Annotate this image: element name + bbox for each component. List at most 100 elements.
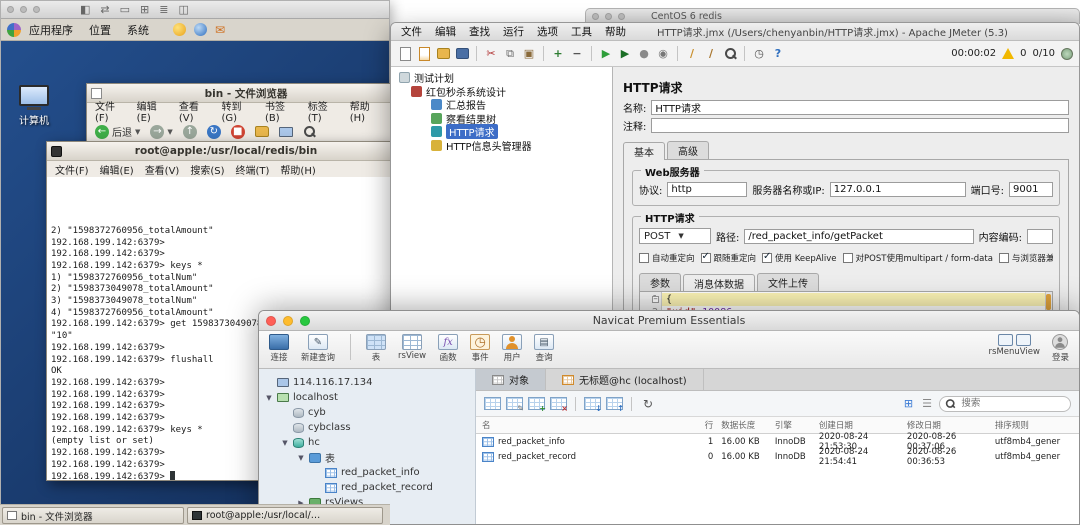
- search-button[interactable]: [300, 124, 319, 139]
- template-icon[interactable]: [416, 46, 432, 62]
- sidebar-item-connection-114[interactable]: 114.116.17.134: [259, 375, 475, 390]
- open-table-icon[interactable]: [484, 397, 501, 410]
- menu-item[interactable]: 文件: [401, 24, 422, 39]
- chevron-down-icon[interactable]: ▼: [135, 128, 140, 136]
- refresh-icon[interactable]: ↻: [640, 398, 656, 410]
- tab-basic[interactable]: 基本: [623, 142, 665, 160]
- vm-window-titlebar[interactable]: ◧ ⇄ ▭ ⊞ ≣ ◫: [1, 1, 389, 19]
- menu-item[interactable]: 帮助(H): [280, 162, 315, 177]
- stop-icon[interactable]: ●: [636, 46, 652, 62]
- help-icon[interactable]: ?: [770, 46, 786, 62]
- vm-display-icon[interactable]: ▭: [120, 4, 130, 15]
- menu-view-buttons[interactable]: rsMenuView: [989, 334, 1040, 357]
- clock-icon[interactable]: ◷: [751, 46, 767, 62]
- multipart-checkbox[interactable]: 对POST使用multipart / form-data: [843, 252, 993, 264]
- functions-button[interactable]: fx 函数: [438, 334, 458, 363]
- menu-item[interactable]: 文件(F): [55, 162, 89, 177]
- chevron-down-icon[interactable]: ▼: [265, 394, 273, 402]
- minimize-icon[interactable]: [605, 13, 612, 20]
- chevron-down-icon[interactable]: ▼: [281, 439, 289, 447]
- menu-item[interactable]: 终端(T): [236, 162, 270, 177]
- gnome-menu-item[interactable]: 系统: [127, 22, 149, 38]
- copy-icon[interactable]: ⧉: [502, 46, 518, 62]
- menu-item[interactable]: 选项: [537, 24, 558, 39]
- keepalive-checkbox[interactable]: 使用 KeepAlive: [762, 252, 837, 264]
- tree-item-http-request[interactable]: HTTP请求: [391, 125, 612, 139]
- tab-file-upload[interactable]: 文件上传: [757, 273, 819, 291]
- tab-objects[interactable]: 对象: [476, 369, 546, 390]
- menu-item[interactable]: 查看(V): [179, 98, 211, 124]
- server-field[interactable]: [830, 182, 966, 197]
- follow-redirects-checkbox[interactable]: 跟随重定向: [701, 252, 757, 264]
- vm-snapshot-icon[interactable]: ⊞: [140, 4, 149, 15]
- distro-logo-icon[interactable]: [7, 23, 21, 37]
- start-no-pauses-icon[interactable]: ▶: [617, 46, 633, 62]
- remove-icon[interactable]: −: [569, 46, 585, 62]
- export-wizard-icon[interactable]: [606, 397, 623, 410]
- scrollbar-thumb[interactable]: [1046, 294, 1051, 310]
- comment-field[interactable]: [651, 118, 1069, 133]
- vm-swap-icon[interactable]: ⇄: [100, 4, 109, 15]
- sidebar-item-db-cybclass[interactable]: cybclass: [259, 420, 475, 435]
- sidebar-item-db-cyb[interactable]: cyb: [259, 405, 475, 420]
- search-box[interactable]: [939, 396, 1071, 412]
- events-button[interactable]: ◷ 事件: [470, 334, 490, 363]
- tree-item-header-manager[interactable]: HTTP信息头管理器: [391, 139, 612, 153]
- new-query-button[interactable]: ✎ 新建查询: [301, 334, 335, 363]
- menu-item[interactable]: 书签(B): [265, 98, 297, 124]
- up-button[interactable]: ↑: [180, 124, 200, 140]
- back-button[interactable]: ← 后退 ▼: [92, 123, 143, 140]
- terminal-titlebar[interactable]: root@apple:/usr/local/redis/bin: [47, 142, 390, 161]
- home-button[interactable]: [252, 125, 272, 138]
- menu-item[interactable]: 帮助: [605, 24, 626, 39]
- mail-icon[interactable]: ✉: [215, 24, 225, 36]
- chevron-down-icon[interactable]: ▼: [297, 454, 305, 462]
- menu-item[interactable]: 查看(V): [145, 162, 180, 177]
- vm-devices-icon[interactable]: ◫: [178, 4, 188, 15]
- name-field[interactable]: [651, 100, 1069, 115]
- login-button[interactable]: 登录: [1052, 334, 1069, 363]
- gnome-menu-item[interactable]: 应用程序: [29, 22, 73, 38]
- tree-item-summary-report[interactable]: 汇总报告: [391, 98, 612, 112]
- paste-icon[interactable]: ▣: [521, 46, 537, 62]
- sidebar-item-table-red-packet-record[interactable]: red_packet_record: [259, 480, 475, 495]
- taskbar-item-terminal[interactable]: root@apple:/usr/local/…: [187, 507, 383, 524]
- sidebar-item-table-red-packet-info[interactable]: red_packet_info: [259, 465, 475, 480]
- menu-item[interactable]: 搜索(S): [190, 162, 224, 177]
- sidebar-item-db-hc[interactable]: ▼ hc: [259, 435, 475, 450]
- menu-item[interactable]: 帮助(H): [350, 98, 382, 124]
- tab-advanced[interactable]: 高级: [667, 141, 709, 159]
- menu-item[interactable]: 转到(G): [222, 98, 255, 124]
- query-button[interactable]: ▤ 查询: [534, 334, 554, 363]
- shutdown-icon[interactable]: ◉: [655, 46, 671, 62]
- list-view-icon[interactable]: ☰: [920, 398, 934, 409]
- tables-button[interactable]: 表: [366, 334, 386, 363]
- design-table-icon[interactable]: [506, 397, 523, 410]
- stop-button[interactable]: ■: [228, 124, 248, 140]
- warning-icon[interactable]: [1002, 48, 1014, 59]
- browser-headers-checkbox[interactable]: 与浏览器兼容的头: [999, 252, 1053, 264]
- chevron-down-icon[interactable]: ▼: [167, 128, 172, 136]
- tab-untitled-query[interactable]: 无标题@hc (localhost): [546, 369, 704, 390]
- tree-item-testplan[interactable]: 测试计划: [391, 71, 612, 85]
- menu-item[interactable]: 运行: [503, 24, 524, 39]
- sidebar-item-tables-folder[interactable]: ▼ 表: [259, 450, 475, 465]
- menu-item[interactable]: 查找: [469, 24, 490, 39]
- delete-table-icon[interactable]: [550, 397, 567, 410]
- search-input[interactable]: [959, 397, 1065, 410]
- menu-item[interactable]: 标签(T): [308, 98, 339, 124]
- window-view-icon-1[interactable]: [998, 334, 1013, 346]
- globe-icon[interactable]: [194, 23, 207, 36]
- tree-item-view-results-tree[interactable]: 察看结果树: [391, 112, 612, 126]
- connection-button[interactable]: 连接: [269, 334, 289, 363]
- users-button[interactable]: 用户: [502, 334, 522, 363]
- face-icon[interactable]: [173, 23, 186, 36]
- desktop-icon-computer[interactable]: 计算机: [7, 85, 61, 127]
- zoom-icon[interactable]: [33, 6, 40, 13]
- taskbar-item-file-browser[interactable]: bin - 文件浏览器: [2, 507, 184, 524]
- minimize-icon[interactable]: [20, 6, 27, 13]
- new-table-icon[interactable]: [528, 397, 545, 410]
- table-row[interactable]: red_packet_record 0 16.00 KB InnoDB 2020…: [476, 449, 1079, 464]
- open-icon[interactable]: [435, 46, 451, 62]
- import-wizard-icon[interactable]: [584, 397, 601, 410]
